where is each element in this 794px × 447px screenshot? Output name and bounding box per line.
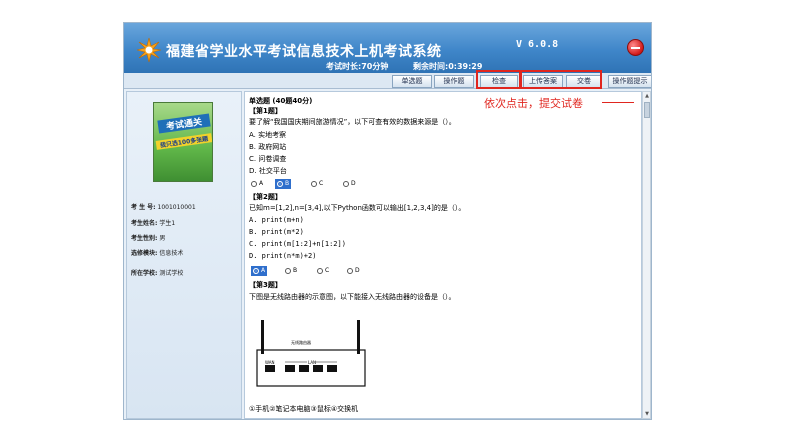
version-label: V 6.0.8 bbox=[516, 39, 559, 50]
close-button[interactable] bbox=[627, 39, 644, 56]
radio-q2-a[interactable]: A bbox=[251, 266, 268, 276]
remaining-time: 剩余时间:0:39:29 bbox=[413, 62, 483, 71]
logo-icon bbox=[136, 37, 162, 63]
router-label: 无线路由器 bbox=[291, 340, 311, 345]
name-row: 考生姓名: 学生1 bbox=[131, 220, 176, 227]
radio-q1-a[interactable]: A bbox=[251, 179, 263, 189]
school-row: 所在学校: 测试学校 bbox=[131, 270, 184, 277]
question-2-answer-radios: A B C D bbox=[251, 266, 361, 276]
cover-title: 考试通关 bbox=[157, 113, 211, 134]
lan-port-label: LAN bbox=[308, 360, 317, 365]
vertical-scrollbar[interactable]: ▲ ▼ bbox=[642, 91, 651, 419]
question-1-option-c: C. 问卷调查 bbox=[249, 155, 287, 163]
question-1-option-d: D. 社交平台 bbox=[249, 167, 287, 175]
book-cover-image: 考试通关 我只选100多张题 bbox=[153, 102, 213, 182]
annotation-text: 依次点击，提交试卷 bbox=[484, 97, 583, 110]
tab-single-choice[interactable]: 单选题 bbox=[392, 75, 432, 88]
question-3-number: 【第3题】 bbox=[249, 281, 282, 289]
question-2-option-d: D. print(n*m)+2) bbox=[249, 252, 317, 260]
question-2-text: 已知m=[1,2],n=[3,4],以下Python函数可以输出[1,2,3,4… bbox=[249, 204, 466, 212]
exam-number-row: 考 生 号: 1001010001 bbox=[131, 204, 196, 211]
annotation-underline bbox=[602, 102, 634, 103]
tab-operation[interactable]: 操作题 bbox=[434, 75, 474, 88]
radio-q2-d[interactable]: D bbox=[347, 266, 360, 276]
module-row: 选修模块: 信息技术 bbox=[131, 250, 184, 257]
annotation-highlight-check bbox=[476, 70, 521, 89]
cover-subtitle: 我只选100多张题 bbox=[155, 133, 212, 150]
question-2-number: 【第2题】 bbox=[249, 193, 282, 201]
router-icon bbox=[256, 320, 366, 387]
question-3-options: ①手机②笔记本电脑③鼠标④交换机 bbox=[249, 405, 359, 413]
scroll-up-icon[interactable]: ▲ bbox=[644, 93, 650, 99]
question-area: 单选题 (40题40分) 【第1题】 要了解“我国国庆期间旅游情况”，以下可查有… bbox=[244, 91, 642, 419]
candidate-panel: 考试通关 我只选100多张题 考 生 号: 1001010001 考生姓名: 学… bbox=[126, 91, 242, 419]
question-2-option-a: A. print(m+n) bbox=[249, 216, 304, 224]
section-title: 单选题 (40题40分) bbox=[249, 97, 313, 105]
annotation-highlight-submit bbox=[520, 70, 602, 89]
question-2-option-b: B. print(m*2) bbox=[249, 228, 304, 236]
app-title: 福建省学业水平考试信息技术上机考试系统 bbox=[166, 44, 442, 60]
question-1-option-a: A. 实地考察 bbox=[249, 131, 287, 139]
radio-q2-b[interactable]: B bbox=[285, 266, 297, 276]
radio-q1-c[interactable]: C bbox=[311, 179, 323, 189]
wan-port-label: WAN bbox=[265, 360, 275, 365]
scroll-thumb[interactable] bbox=[644, 102, 650, 118]
operation-hint-button[interactable]: 操作题提示 bbox=[608, 75, 651, 88]
exam-duration: 考试时长:70分钟 bbox=[326, 62, 389, 71]
gender-row: 考生性别: 男 bbox=[131, 235, 166, 242]
radio-q1-b[interactable]: B bbox=[275, 179, 292, 189]
wireless-router-diagram: 无线路由器 WAN LAN bbox=[251, 320, 371, 388]
question-1-option-b: B. 政府网站 bbox=[249, 143, 287, 151]
question-1-answer-radios: A B C D bbox=[251, 179, 361, 189]
title-bar: 福建省学业水平考试信息技术上机考试系统 V 6.0.8 考试时长:70分钟 剩余… bbox=[124, 23, 651, 73]
question-1-number: 【第1题】 bbox=[249, 107, 282, 115]
question-1-text: 要了解“我国国庆期间旅游情况”，以下可查有效的数据来源是（）。 bbox=[249, 118, 456, 126]
question-2-option-c: C. print(m[1:2]+n[1:2]) bbox=[249, 240, 346, 248]
radio-q1-d[interactable]: D bbox=[343, 179, 356, 189]
question-3-text: 下图是无线路由器的示意图，以下能接入无线路由器的设备是（）。 bbox=[249, 293, 456, 301]
scroll-down-icon[interactable]: ▼ bbox=[644, 411, 650, 417]
radio-q2-c[interactable]: C bbox=[317, 266, 329, 276]
